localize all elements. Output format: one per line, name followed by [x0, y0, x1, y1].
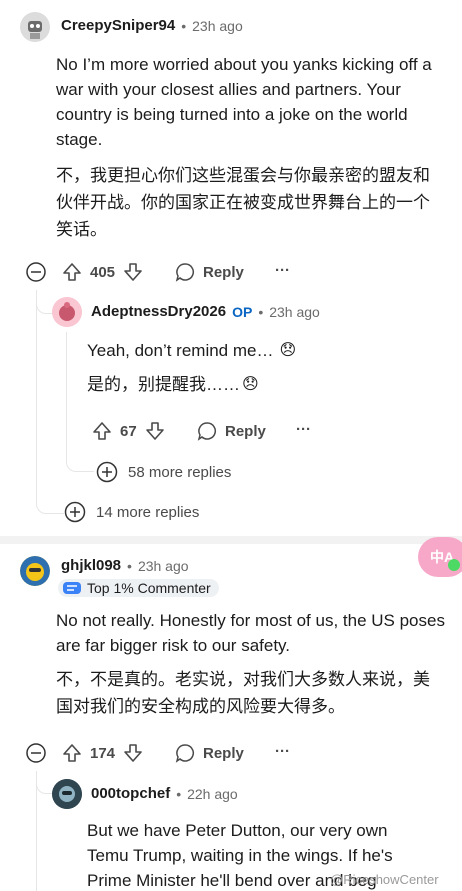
more-replies-label: 58 more replies	[128, 463, 232, 481]
comment-text-en: No not really. Honestly for most of us, …	[56, 611, 445, 655]
top-commenter-badge: Top 1% Commenter	[58, 579, 219, 597]
sad-emoji: 😞	[242, 376, 259, 393]
comment-header: ghjkl098 • 23h ago	[61, 557, 189, 574]
comment-text-zh-content: 是的，别提醒我……	[87, 375, 240, 394]
timestamp: 23h ago	[192, 17, 243, 34]
vote-group: 405	[62, 262, 143, 282]
thread-line	[36, 290, 37, 496]
comment-divider	[0, 536, 462, 544]
vote-group: 174	[62, 743, 143, 763]
separator: •	[176, 785, 182, 802]
reply-connector	[66, 452, 94, 472]
reply-button[interactable]: Reply	[175, 743, 244, 763]
more-replies-label: 14 more replies	[96, 503, 200, 521]
vote-count: 174	[90, 744, 116, 762]
separator: •	[258, 303, 264, 320]
more-options-icon: ···	[296, 421, 311, 438]
robot-avatar-icon	[20, 12, 50, 42]
translate-button[interactable]: 中A	[418, 537, 462, 577]
username[interactable]: ghjkl098	[61, 557, 121, 574]
comment-bubble-icon	[175, 263, 195, 282]
downvote-icon[interactable]	[123, 743, 143, 763]
snoo-avatar-icon	[20, 556, 50, 586]
separator: •	[181, 17, 187, 34]
comment-bubble-icon	[197, 422, 217, 441]
comment-text-zh: 是的，别提醒我…… 😞	[87, 372, 427, 397]
avatar[interactable]	[52, 297, 82, 327]
vote-count: 405	[90, 263, 116, 281]
avatar[interactable]	[52, 779, 82, 809]
comment-header: 000topchef • 22h ago	[91, 785, 238, 802]
downvote-icon[interactable]	[145, 421, 165, 441]
upvote-icon[interactable]	[92, 421, 112, 441]
downvote-icon[interactable]	[123, 262, 143, 282]
comment-text-zh: 不，不是真的。老实说，对我们大多数人来说，美国对我们的安全构成的风险要大得多。	[56, 670, 430, 716]
reply-button[interactable]: Reply	[175, 262, 244, 282]
collapse-icon	[26, 262, 46, 282]
badge-label: Top 1% Commenter	[87, 580, 211, 596]
reply-label: Reply	[203, 263, 244, 281]
op-badge: OP	[232, 303, 253, 320]
username[interactable]: CreepySniper94	[61, 17, 175, 34]
reply-label: Reply	[225, 422, 266, 440]
separator: •	[127, 557, 132, 574]
avatar[interactable]	[20, 556, 50, 586]
upvote-icon[interactable]	[62, 743, 82, 763]
reply-label: Reply	[203, 744, 244, 762]
comment-bubble-icon	[175, 744, 195, 763]
commenter-badge-icon	[63, 582, 81, 594]
comment-text-en: No I’m more worried about you yanks kick…	[56, 55, 432, 149]
expand-plus-icon	[64, 501, 86, 523]
collapse-thread-button[interactable]	[26, 262, 46, 287]
thread-line	[66, 332, 67, 460]
reply-connector	[36, 494, 64, 514]
expand-plus-icon	[96, 461, 118, 483]
snoo-avatar-icon	[52, 297, 82, 327]
upvote-icon[interactable]	[62, 262, 82, 282]
more-options-button[interactable]: ···	[296, 421, 311, 438]
more-replies-button[interactable]: 58 more replies	[96, 461, 231, 483]
timestamp: 22h ago	[187, 785, 238, 802]
snoo-avatar-icon	[52, 779, 82, 809]
check-icon	[448, 559, 460, 571]
vote-count: 67	[120, 422, 137, 440]
collapse-icon	[26, 743, 46, 763]
timestamp: 23h ago	[269, 303, 320, 320]
comment-header: CreepySniper94 • 23h ago	[61, 17, 243, 34]
comment-text-zh: 不，我更担心你们这些混蛋会与你最亲密的盟友和伙伴开战。你的国家正在被变成世界舞台…	[56, 166, 430, 239]
more-options-button[interactable]: ···	[275, 262, 290, 279]
username[interactable]: AdeptnessDry2026	[91, 303, 226, 320]
reply-button[interactable]: Reply	[197, 421, 266, 441]
sad-emoji: 😞	[279, 342, 297, 359]
comment-text-en-content: Yeah, don’t remind me…	[87, 341, 274, 360]
more-replies-button[interactable]: 14 more replies	[64, 501, 199, 523]
vote-group: 67	[92, 421, 165, 441]
comment-header: AdeptnessDry2026 OP • 23h ago	[91, 303, 320, 320]
collapse-thread-button[interactable]	[26, 743, 46, 768]
comment-text-en: Yeah, don’t remind me… 😞	[87, 338, 427, 363]
watermark: @RiceshowCenter	[330, 872, 439, 887]
more-options-icon: ···	[275, 743, 290, 760]
avatar[interactable]	[20, 12, 50, 42]
more-options-button[interactable]: ···	[275, 743, 290, 760]
more-options-icon: ···	[275, 262, 290, 279]
timestamp: 23h ago	[137, 557, 189, 574]
username[interactable]: 000topchef	[91, 785, 170, 802]
